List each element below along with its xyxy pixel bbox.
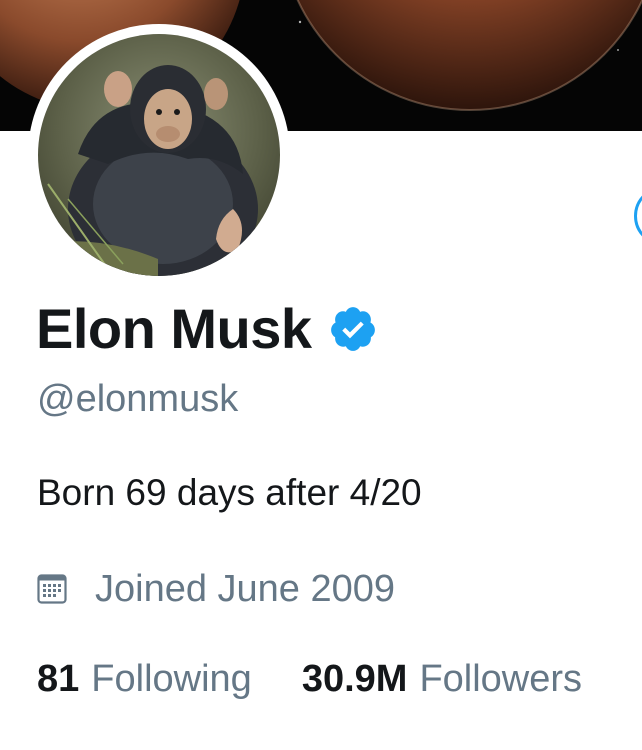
followers-count: 30.9M xyxy=(301,658,408,700)
chimpanzee-avatar-picture xyxy=(38,34,280,276)
joined-date: Joined June 2009 xyxy=(95,568,396,610)
calendar-icon xyxy=(37,574,67,604)
joined-date-row: Joined June 2009 xyxy=(37,566,395,612)
follow-stats: 81 Following 30.9M Followers xyxy=(37,660,582,698)
followers-link[interactable]: 30.9M Followers xyxy=(302,660,582,698)
display-name: Elon Musk xyxy=(36,297,312,360)
profile-avatar[interactable] xyxy=(28,24,290,286)
profile-page: Elon Musk @elonmusk Born 69 days after 4… xyxy=(0,0,642,750)
profile-handle: @elonmusk xyxy=(37,378,239,420)
following-label: Following xyxy=(91,658,252,700)
name-row: Elon Musk xyxy=(36,290,378,368)
profile-bio: Born 69 days after 4/20 xyxy=(37,472,422,513)
follow-button[interactable] xyxy=(634,186,642,246)
avatar-image xyxy=(38,34,280,276)
verified-badge-icon xyxy=(328,304,378,354)
following-link[interactable]: 81 Following xyxy=(37,660,252,698)
following-count: 81 xyxy=(37,658,80,700)
followers-label: Followers xyxy=(419,658,583,700)
